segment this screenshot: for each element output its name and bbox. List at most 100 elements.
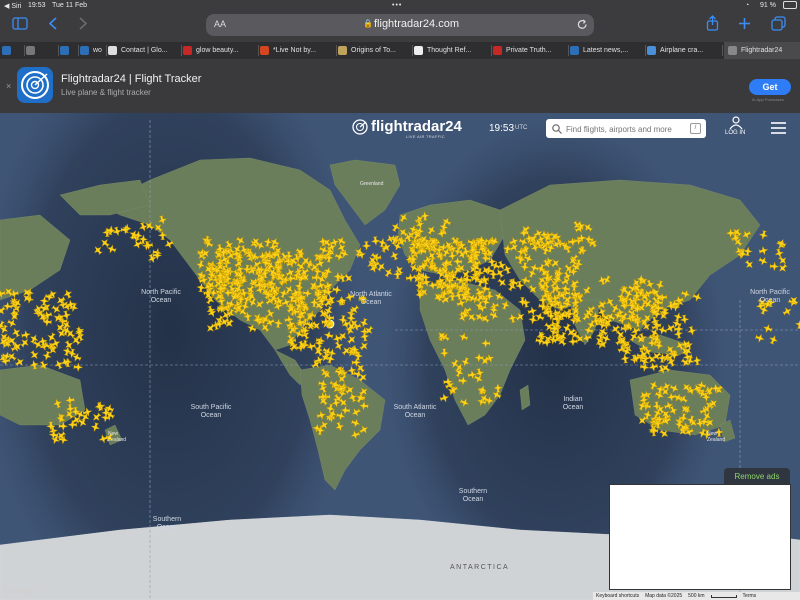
label-north-pacific-east: North Pacific Ocean [750, 289, 790, 304]
tab-separator [412, 45, 413, 56]
utc-label: UTC [515, 125, 528, 131]
tab-separator [24, 45, 25, 56]
tab-label: *Live Not by... [273, 47, 317, 54]
forward-icon[interactable] [78, 17, 88, 30]
siri-back-link[interactable]: ◀ Siri [4, 2, 21, 10]
browser-tab[interactable]: Latest news,... [570, 42, 644, 59]
reader-aa-button[interactable]: AA [214, 19, 226, 29]
label-north-atlantic: North Atlantic Ocean [350, 291, 392, 306]
close-banner-icon[interactable]: × [6, 81, 11, 91]
remove-ads-button[interactable]: Remove ads [724, 468, 790, 484]
label-southern-ocean-east: Southern Ocean [458, 488, 488, 503]
in-app-purchases-note: In-App Purchases [752, 97, 784, 102]
browser-tab[interactable]: Contact | Glo... [108, 42, 180, 59]
fr24-tagline: LIVE AIR TRAFFIC [406, 134, 445, 139]
tab-favicon-icon [60, 46, 69, 55]
tab-favicon-icon [183, 46, 192, 55]
tab-separator [58, 45, 59, 56]
browser-tab[interactable] [60, 42, 78, 59]
app-banner-title: Flightradar24 | Flight Tracker [61, 73, 202, 85]
lock-icon: 🔒 [363, 19, 373, 28]
label-new-zealand-2: New Zealand [707, 431, 726, 443]
search-input[interactable] [564, 121, 688, 137]
address-bar[interactable]: AA 🔒 flightradar24.com [206, 14, 594, 36]
map-footer: Keyboard shortcuts Map data ©2025 500 km… [593, 592, 800, 600]
browser-tab[interactable]: glow beauty... [183, 42, 257, 59]
tab-favicon-icon [647, 46, 656, 55]
battery-icon [783, 1, 797, 9]
search-box[interactable]: / [546, 119, 706, 138]
tab-label: Flightradar24 [741, 47, 783, 54]
tab-favicon-icon [493, 46, 502, 55]
tab-overview-icon[interactable] [771, 16, 786, 31]
map-data-credit: Map data ©2025 [645, 593, 683, 599]
get-app-button[interactable]: Get [749, 79, 791, 95]
tab-favicon-icon [570, 46, 579, 55]
app-banner-subtitle: Live plane & flight tracker [61, 88, 151, 97]
tab-separator [645, 45, 646, 56]
browser-tab[interactable]: *Live Not by... [260, 42, 335, 59]
smart-app-banner: × Flightradar24 | Flight Tracker Live pl… [0, 60, 800, 113]
tab-label: Airplane cra... [660, 47, 704, 54]
sidebar-icon[interactable] [12, 17, 28, 30]
tab-favicon-icon [108, 46, 117, 55]
label-north-pacific: North Pacific Ocean [141, 289, 181, 304]
tab-favicon-icon [2, 46, 11, 55]
search-icon [552, 124, 562, 134]
browser-tab[interactable] [26, 42, 58, 59]
google-logo: Google [4, 586, 39, 597]
url-text: flightradar24.com [374, 18, 459, 30]
utc-time: 19:53 [489, 123, 515, 134]
new-tab-icon[interactable] [738, 17, 751, 30]
browser-tab[interactable]: Private Truth... [493, 42, 567, 59]
tab-separator [568, 45, 569, 56]
tab-label: Latest news,... [583, 47, 629, 54]
back-icon[interactable] [48, 17, 58, 30]
wifi-icon: ◔ [745, 2, 750, 9]
terms-link[interactable]: Terms [743, 593, 757, 599]
tab-label: Origins of To... [351, 47, 397, 54]
browser-tab[interactable]: Thought Ref... [414, 42, 490, 59]
tab-label: wo [93, 47, 102, 54]
tab-separator [78, 45, 79, 56]
tab-separator [491, 45, 492, 56]
hamburger-menu-icon[interactable] [771, 122, 786, 134]
tab-favicon-icon [338, 46, 347, 55]
browser-tab[interactable]: Airplane cra... [647, 42, 721, 59]
app-icon [17, 67, 53, 103]
multitask-dots-icon[interactable]: ••• [392, 2, 402, 9]
tab-separator [336, 45, 337, 56]
keyboard-shortcuts-link[interactable]: Keyboard shortcuts [596, 593, 639, 599]
status-date: Tue 11 Feb [52, 2, 88, 9]
tab-separator [722, 45, 723, 56]
browser-tab[interactable]: Origins of To... [338, 42, 411, 59]
user-icon[interactable] [729, 116, 743, 129]
tab-favicon-icon [260, 46, 269, 55]
battery-percent: 91 % [760, 2, 776, 9]
tab-bar: wo Contact | Glo... glow beauty... *Live No… [0, 42, 800, 59]
share-icon[interactable] [706, 15, 719, 31]
ad-frame[interactable] [609, 484, 791, 590]
label-new-zealand: New Zealand [108, 431, 127, 443]
reload-icon[interactable] [577, 19, 588, 30]
label-south-pacific: South Pacific Ocean [190, 404, 232, 419]
fr24-logo[interactable]: flightradar24 [352, 118, 462, 135]
tab-label: Thought Ref... [427, 47, 472, 54]
label-indian-ocean: Indian Ocean [562, 396, 584, 411]
tab-favicon-icon [728, 46, 737, 55]
tab-label: glow beauty... [196, 47, 239, 54]
browser-tab[interactable]: wo [80, 42, 106, 59]
slash-shortcut-icon: / [690, 123, 701, 134]
label-greenland: Greenland [360, 181, 384, 187]
tab-favicon-icon [80, 46, 89, 55]
tab-separator [258, 45, 259, 56]
browser-tab[interactable] [2, 42, 24, 59]
browser-chrome: ◀ Siri 19:53 Tue 11 Feb ••• ◔ 91 % AA 🔒 … [0, 0, 800, 113]
tab-label: Private Truth... [506, 47, 552, 54]
status-bar: ◀ Siri 19:53 Tue 11 Feb ••• ◔ 91 % [0, 0, 800, 12]
status-time: 19:53 [28, 2, 46, 9]
scale-bar [710, 594, 737, 598]
flight-map[interactable]: flightradar24 LIVE AIR TRAFFIC 19:53 UTC… [0, 113, 800, 600]
browser-tab[interactable]: Flightradar24 [724, 42, 800, 59]
login-link[interactable]: LOG IN [725, 130, 745, 136]
